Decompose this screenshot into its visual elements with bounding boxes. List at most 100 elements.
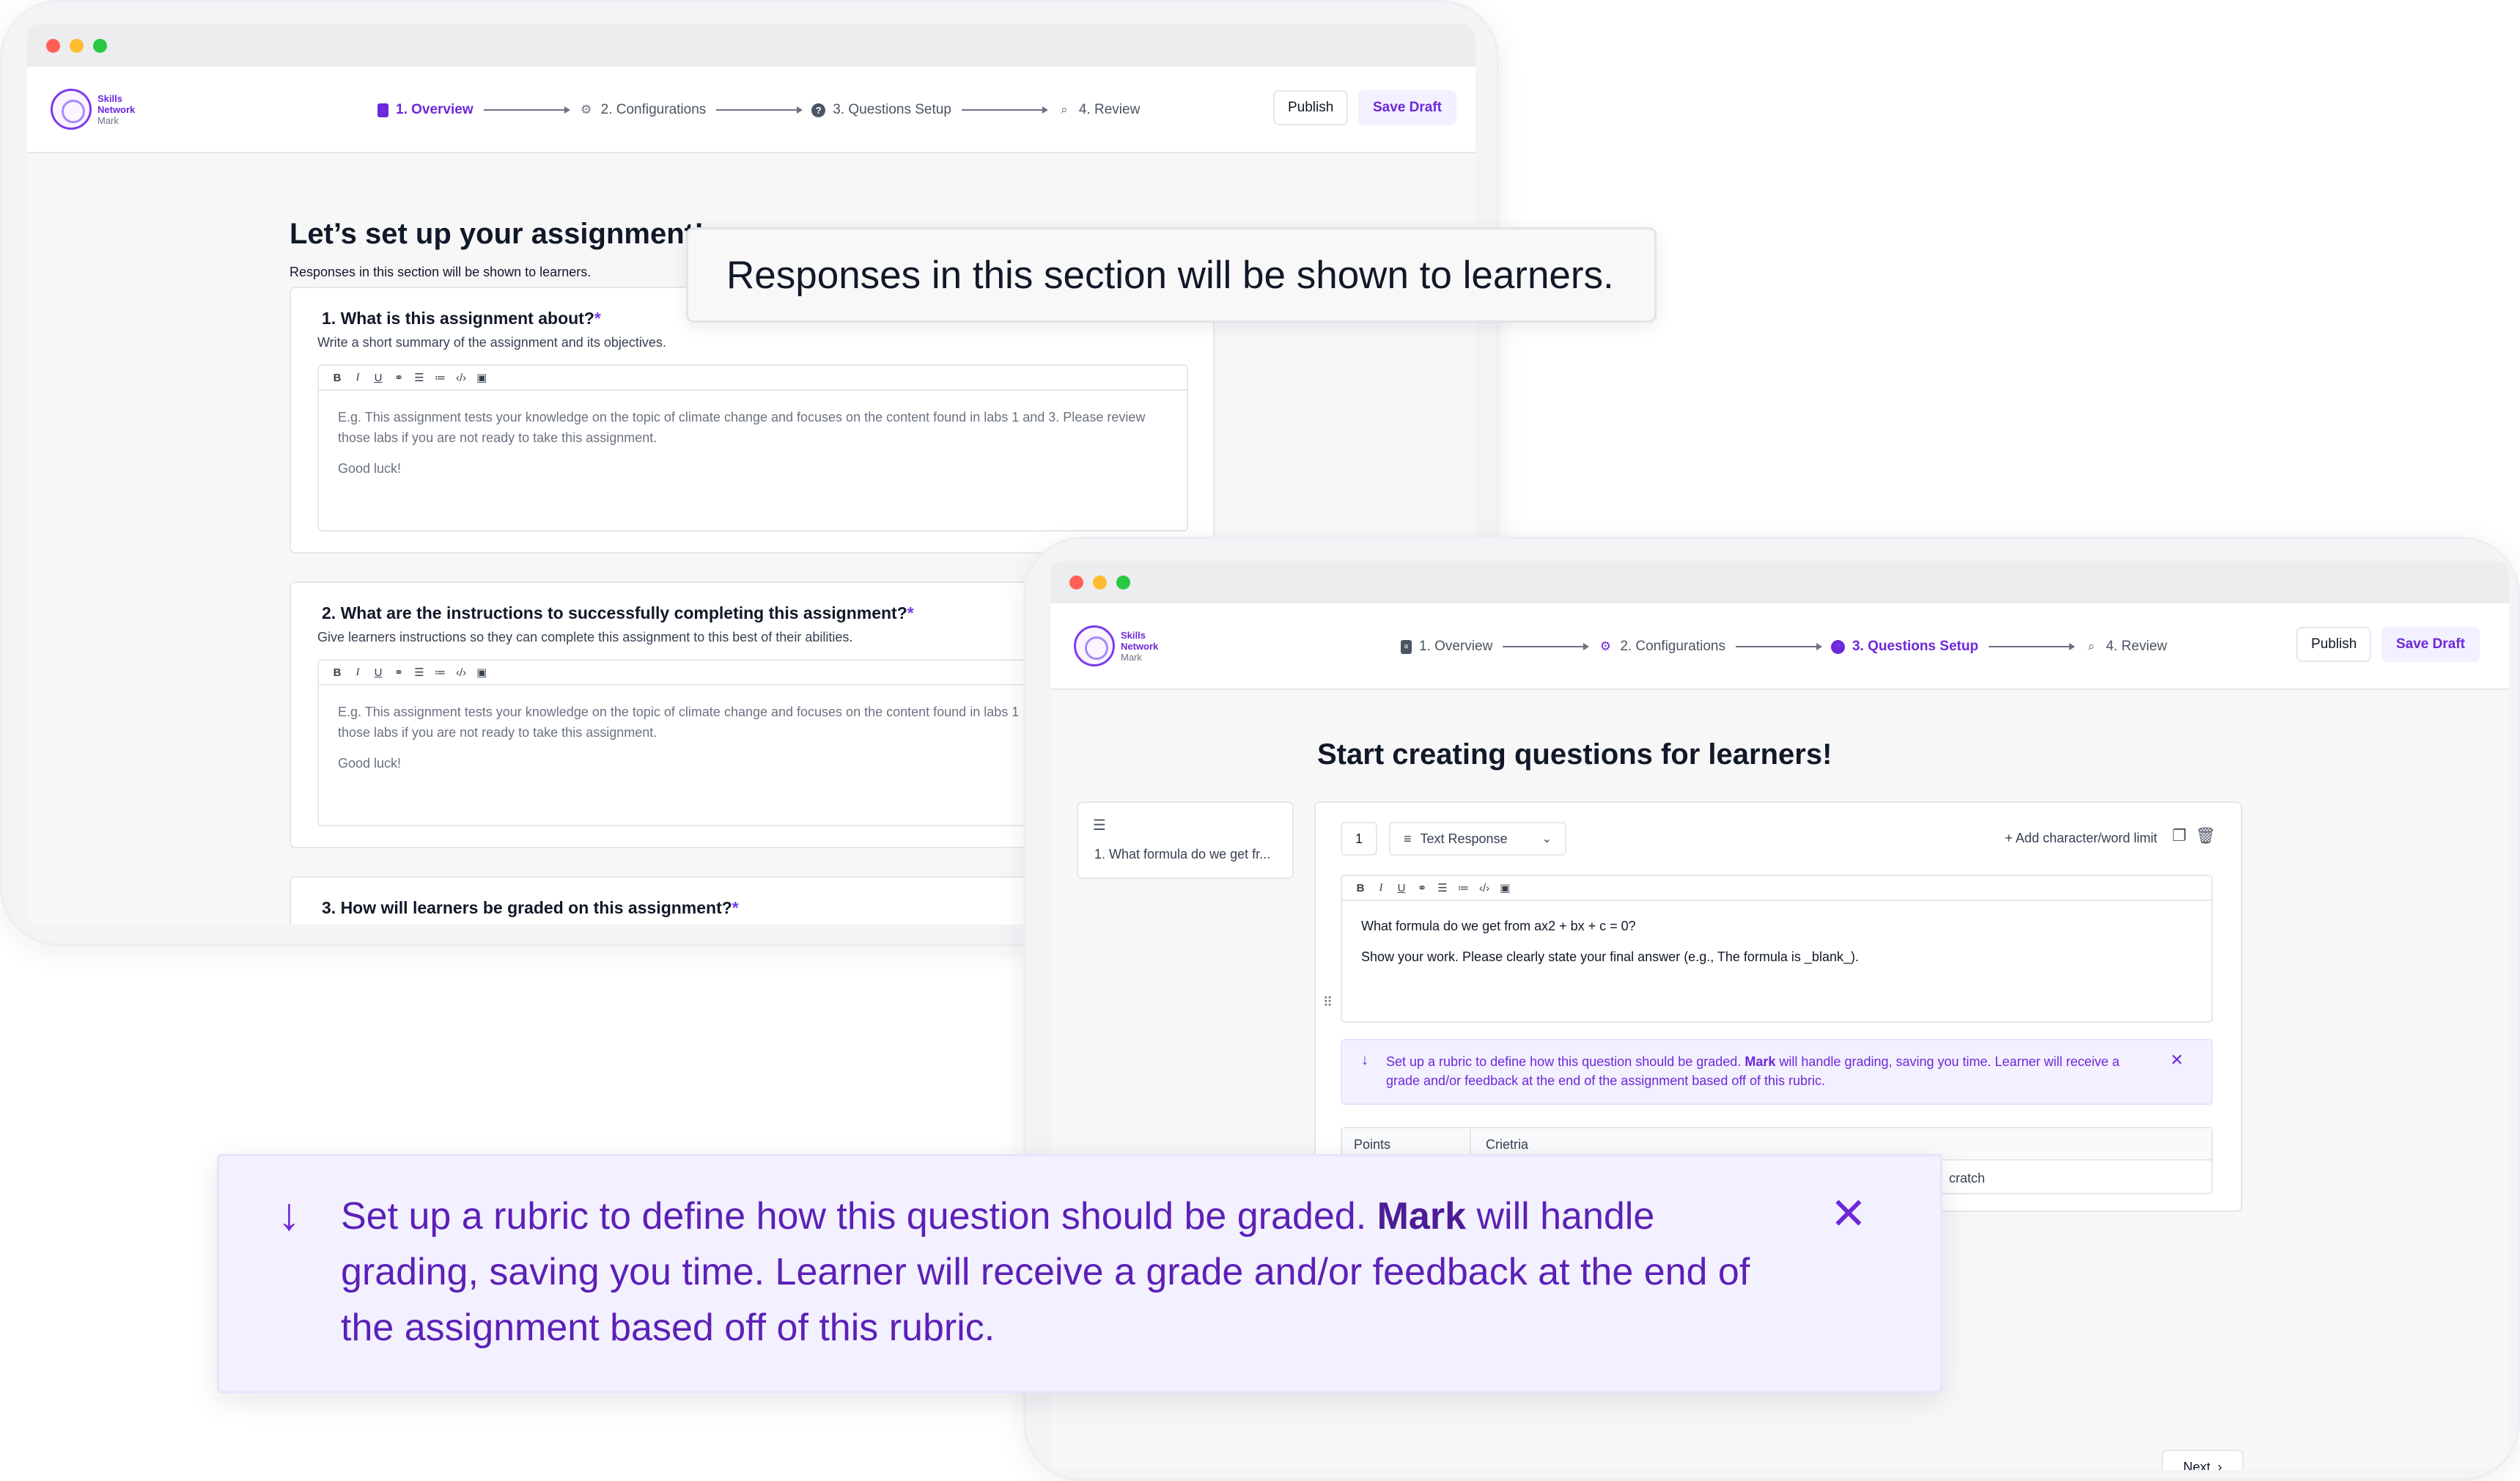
chevron-down-icon: ⌄	[1541, 833, 1552, 845]
rubric-table-cell[interactable]: cratch	[1949, 1171, 1985, 1186]
code-icon[interactable]: ‹/›	[1479, 882, 1489, 894]
page-subtitle: Responses in this section will be shown …	[290, 265, 592, 279]
question-hint: Give learners instructions so they can c…	[317, 630, 853, 644]
bold-icon[interactable]: B	[332, 372, 342, 384]
step-questions-setup[interactable]: ? 3. Questions Setup	[811, 102, 951, 118]
code-icon[interactable]: ‹/›	[456, 666, 466, 679]
close-window-dot[interactable]	[46, 39, 60, 53]
step-arrow	[1989, 643, 2076, 650]
question-label: 1. What is this assignment about?	[322, 309, 594, 328]
arrow-down-icon: ↓	[278, 1189, 301, 1240]
logo-line3: Mark	[1121, 651, 1142, 663]
points-column-header: Points	[1354, 1137, 1391, 1152]
logo-line1: Skills	[1121, 629, 1146, 641]
italic-icon[interactable]: I	[353, 372, 363, 384]
copy-icon[interactable]: ❐	[2172, 826, 2186, 845]
bold-icon[interactable]: B	[1355, 882, 1366, 894]
bullet-list-icon[interactable]: ☰	[1437, 881, 1448, 894]
close-window-dot[interactable]	[1069, 576, 1083, 589]
italic-icon[interactable]: I	[353, 666, 363, 679]
chevron-right-icon: ›	[2217, 1459, 2222, 1471]
question-type-select[interactable]: ≡ Text Response ⌄	[1389, 822, 1566, 856]
minimize-window-dot[interactable]	[70, 39, 84, 53]
save-draft-button[interactable]: Save Draft	[1358, 90, 1456, 125]
bullet-list-icon[interactable]: ☰	[414, 371, 424, 384]
bold-icon[interactable]: B	[332, 666, 342, 679]
rubric-tip-banner: ↓ Set up a rubric to define how this que…	[1341, 1039, 2213, 1105]
drag-handle-icon[interactable]: ⠿	[1323, 995, 1333, 1010]
numbered-list-icon[interactable]: ≔	[435, 371, 446, 384]
question-hint: Write a short summary of the assignment …	[317, 335, 666, 350]
step-arrow	[961, 106, 1048, 114]
step-arrow	[1503, 643, 1590, 650]
skills-network-logo[interactable]: Skills Network Mark	[1074, 625, 1158, 666]
numbered-list-icon[interactable]: ≔	[1458, 881, 1469, 894]
question-number[interactable]: 1	[1341, 822, 1377, 856]
trash-icon[interactable]: 🗑	[2195, 826, 2216, 845]
question-list-item[interactable]: 1. What formula do we get fr...	[1094, 847, 1270, 862]
add-limit-button[interactable]: + Add character/word limit	[2005, 831, 2157, 846]
required-marker: *	[594, 309, 601, 328]
summary-editor[interactable]: B I U ⚭ ☰ ≔ ‹/› ▣ E.g. This assignment t…	[317, 364, 1188, 532]
publish-button[interactable]: Publish	[2296, 627, 2372, 662]
text-lines-icon: ≡	[1404, 831, 1412, 846]
save-draft-button[interactable]: Save Draft	[2381, 627, 2480, 662]
app-header: Skills Network Mark ≡ 1. Overview ⚙ 2. C…	[1050, 603, 2509, 690]
link-icon[interactable]: ⚭	[394, 666, 404, 679]
underline-icon[interactable]: U	[373, 372, 383, 384]
next-button[interactable]: Next ›	[2162, 1449, 2244, 1470]
close-icon[interactable]: ✕	[1830, 1188, 1867, 1240]
search-icon: ⌕	[2088, 639, 2095, 653]
italic-icon[interactable]: I	[1376, 882, 1386, 894]
maximize-window-dot[interactable]	[93, 39, 107, 53]
window-chrome	[1050, 561, 2509, 603]
question-label: 2. What are the instructions to successf…	[322, 603, 907, 622]
step-arrow	[483, 106, 570, 114]
question-circle-icon: ?	[1830, 639, 1845, 654]
code-icon[interactable]: ‹/›	[456, 372, 466, 384]
underline-icon[interactable]: U	[1396, 882, 1407, 894]
image-icon[interactable]: ▣	[1500, 881, 1510, 894]
logo-icon	[1074, 625, 1115, 666]
document-icon: ≡	[1401, 639, 1412, 654]
required-marker: *	[907, 603, 914, 622]
question-text-editor[interactable]: B I U ⚭ ☰ ≔ ‹/› ▣ What formula do we get…	[1341, 875, 2213, 1023]
step-configurations[interactable]: ⚙ 2. Configurations	[579, 102, 706, 118]
maximize-window-dot[interactable]	[1116, 576, 1130, 589]
underline-icon[interactable]: U	[373, 666, 383, 679]
link-icon[interactable]: ⚭	[1417, 881, 1427, 894]
mark-brand: Mark	[1377, 1195, 1467, 1238]
logo-icon	[51, 89, 92, 130]
step-questions-setup[interactable]: ? 3. Questions Setup	[1830, 639, 1978, 655]
list-icon[interactable]: ☰	[1093, 816, 1106, 834]
publish-button[interactable]: Publish	[1273, 90, 1349, 125]
step-navigation: ≡ 1. Overview ⚙ 2. Configurations ? 3. Q…	[377, 67, 1140, 153]
image-icon[interactable]: ▣	[476, 666, 487, 679]
link-icon[interactable]: ⚭	[394, 371, 404, 384]
rubric-callout: ↓ Set up a rubric to define how this que…	[217, 1154, 1942, 1393]
step-review[interactable]: ⌕ 4. Review	[1057, 102, 1140, 118]
step-configurations[interactable]: ⚙ 2. Configurations	[1598, 639, 1725, 655]
app-header: Skills Network Mark ≡ 1. Overview ⚙ 2. C…	[27, 67, 1475, 153]
arrow-down-icon: ↓	[1361, 1052, 1368, 1068]
image-icon[interactable]: ▣	[476, 371, 487, 384]
step-review[interactable]: ⌕ 4. Review	[2084, 639, 2167, 655]
document-icon: ≡	[377, 103, 388, 117]
numbered-list-icon[interactable]: ≔	[435, 666, 446, 679]
skills-network-logo[interactable]: Skills Network Mark	[51, 89, 135, 130]
window-chrome	[27, 24, 1475, 67]
minimize-window-dot[interactable]	[1093, 576, 1107, 589]
step-arrow	[716, 106, 803, 114]
editor-placeholder: E.g. This assignment tests your knowledg…	[338, 410, 1146, 476]
question-editor-card: 1 ≡ Text Response ⌄ + Add character/word…	[1314, 801, 2242, 1212]
question-label: 3. How will learners be graded on this a…	[322, 898, 732, 917]
gear-icon: ⚙	[1599, 639, 1611, 653]
logo-line1: Skills	[97, 92, 122, 104]
bullet-list-icon[interactable]: ☰	[414, 666, 424, 679]
step-overview[interactable]: ≡ 1. Overview	[377, 102, 474, 118]
learner-visibility-callout: Responses in this section will be shown …	[686, 227, 1657, 323]
close-icon[interactable]: ✕	[2170, 1051, 2184, 1070]
step-overview[interactable]: ≡ 1. Overview	[1401, 639, 1492, 655]
gear-icon: ⚙	[581, 103, 592, 117]
criteria-column-header: Crietria	[1486, 1137, 1529, 1152]
